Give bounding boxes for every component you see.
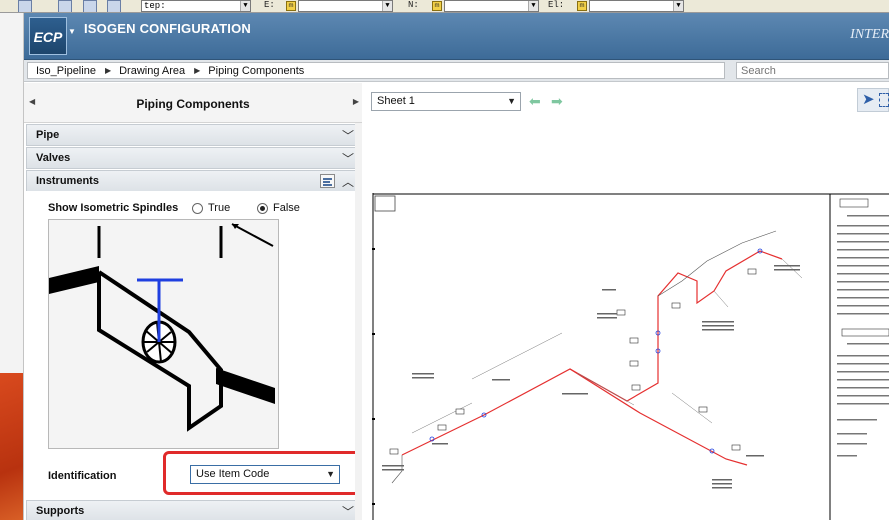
e-field[interactable]: ▼: [298, 0, 393, 12]
caret-down-icon[interactable]: ▼: [68, 27, 76, 39]
step-field[interactable]: tep: ▼: [141, 0, 251, 12]
section-supports[interactable]: Supports ﹀: [26, 500, 360, 520]
legacy-toolbar: tep: ▼ E: m ▼ N: m ▼ El: m ▼: [0, 0, 889, 13]
app-window: ECP ▼ ISOGEN CONFIGURATION INTER Iso_Pip…: [24, 13, 889, 520]
breadcrumb-item-iso-pipeline[interactable]: Iso_Pipeline: [28, 65, 105, 77]
radio-false[interactable]: False: [257, 202, 300, 214]
ecp-logo[interactable]: ECP: [29, 17, 67, 55]
arrow-left-icon[interactable]: ⬅: [529, 94, 541, 108]
radio-false-label: False: [273, 202, 300, 214]
brand-logo: INTER: [850, 27, 889, 42]
section-label: Valves: [36, 152, 71, 164]
zoom-extents-icon[interactable]: [879, 93, 889, 107]
chevron-down-icon[interactable]: ﹀: [342, 150, 354, 167]
drawing-area: Sheet 1 ▼ ⬅ ➡ ➤: [363, 83, 889, 520]
toolbar-tool-icon[interactable]: [58, 0, 72, 12]
spindle-option-label: Show Isometric Spindles: [48, 202, 179, 214]
section-valves[interactable]: Valves ﹀: [26, 147, 360, 169]
configuration-panel: ◀ Piping Components ▶ Pipe ﹀ Valves ﹀ In…: [24, 83, 362, 520]
identification-label: Identification: [48, 470, 117, 482]
toolbar-tool-icon[interactable]: [107, 0, 121, 12]
panel-scrollbar[interactable]: [355, 123, 362, 520]
step-field-value: tep:: [144, 1, 166, 11]
chevron-down-icon[interactable]: ▼: [326, 466, 335, 483]
radio-button-icon[interactable]: [192, 202, 203, 214]
background-shape: [0, 373, 23, 520]
section-instruments[interactable]: Instruments ︿: [26, 170, 360, 192]
radio-true[interactable]: True: [192, 202, 230, 214]
chevron-down-icon[interactable]: ▼: [528, 1, 538, 11]
toolbar-tool-icon[interactable]: [18, 0, 32, 12]
chevron-down-icon[interactable]: ﹀: [342, 127, 354, 144]
sheet-select-value: Sheet 1: [377, 95, 415, 107]
panel-title: Piping Components: [136, 97, 250, 111]
chevron-down-icon[interactable]: ▼: [507, 93, 516, 110]
spindle-preview-image: [48, 219, 279, 449]
app-title: ISOGEN CONFIGURATION: [84, 21, 251, 36]
valve-spindle-illustration: [49, 223, 275, 432]
panel-header: ◀ Piping Components ▶: [24, 83, 362, 123]
instruments-panel-body: Show Isometric Spindles True False Ident…: [26, 191, 361, 497]
unit-chip: m: [432, 1, 442, 11]
search-input[interactable]: [736, 62, 889, 79]
el-label: El:: [548, 0, 565, 10]
toolbar-tool-icon[interactable]: [83, 0, 97, 12]
chevron-up-icon[interactable]: ︿: [342, 173, 354, 190]
e-label: E:: [264, 0, 275, 10]
radio-true-label: True: [208, 202, 231, 214]
list-settings-icon[interactable]: [320, 174, 335, 188]
chevron-down-icon[interactable]: ﹀: [342, 503, 354, 520]
section-label: Supports: [36, 505, 85, 517]
breadcrumb-item-drawing-area[interactable]: Drawing Area: [111, 65, 194, 77]
radio-button-icon[interactable]: [257, 202, 268, 214]
isometric-drawing-sheet[interactable]: [372, 193, 889, 520]
section-label: Pipe: [36, 129, 60, 141]
background-desktop-strip: [0, 13, 24, 520]
arrow-right-icon[interactable]: ➡: [551, 94, 563, 108]
chevron-right-icon[interactable]: ▶: [353, 97, 359, 106]
chevron-down-icon[interactable]: ▼: [240, 1, 250, 11]
breadcrumb-bar: Iso_Pipeline ▶ Drawing Area ▶ Piping Com…: [24, 60, 889, 82]
identification-select[interactable]: Use Item Code ▼: [190, 465, 340, 484]
pointer-icon[interactable]: ➤: [862, 91, 876, 109]
view-tools: ➤: [857, 88, 889, 112]
sheet-select[interactable]: Sheet 1 ▼: [371, 92, 521, 111]
el-field[interactable]: ▼: [589, 0, 684, 12]
section-pipe[interactable]: Pipe ﹀: [26, 124, 360, 146]
breadcrumb-item-piping-components[interactable]: Piping Components: [200, 65, 313, 77]
chevron-down-icon[interactable]: ▼: [382, 1, 392, 11]
unit-chip: m: [577, 1, 587, 11]
identification-select-value: Use Item Code: [196, 468, 270, 480]
breadcrumb: Iso_Pipeline ▶ Drawing Area ▶ Piping Com…: [27, 62, 725, 79]
chevron-down-icon[interactable]: ▼: [673, 1, 683, 11]
app-header: ECP ▼ ISOGEN CONFIGURATION INTER: [24, 13, 889, 60]
n-label: N:: [408, 0, 419, 10]
n-field[interactable]: ▼: [444, 0, 539, 12]
section-label: Instruments: [36, 175, 99, 187]
unit-chip: m: [286, 1, 296, 11]
